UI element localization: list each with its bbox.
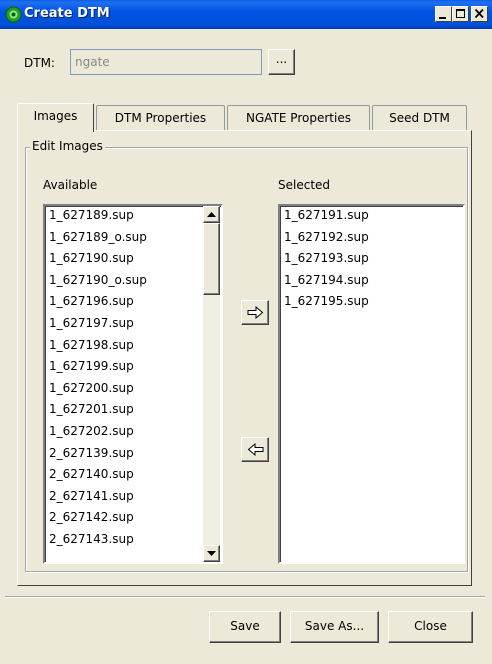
list-item[interactable]: 2_627141.sup	[49, 489, 134, 503]
selected-label: Selected	[278, 178, 331, 192]
list-item[interactable]: 2_627143.sup	[49, 532, 134, 546]
save-button[interactable]: Save	[209, 611, 281, 643]
close-dialog-button[interactable]: Close	[388, 611, 473, 643]
list-item[interactable]: 2_627140.sup	[49, 467, 134, 481]
list-item[interactable]: 1_627192.sup	[284, 230, 369, 244]
arrow-left-icon	[247, 443, 264, 456]
edit-images-title: Edit Images	[30, 139, 105, 153]
list-item[interactable]: 1_627196.sup	[49, 294, 134, 308]
available-list[interactable]: 1_627189.sup 1_627189_o.sup 1_627190.sup 1_…	[43, 204, 223, 564]
list-item[interactable]: 1_627198.sup	[49, 338, 134, 352]
close-icon	[474, 8, 484, 19]
list-item[interactable]: 1_627194.sup	[284, 273, 369, 287]
scroll-down-button[interactable]	[203, 545, 220, 562]
maximize-icon	[456, 9, 465, 18]
selected-list[interactable]: 1_627191.sup 1_627192.sup 1_627193.sup 1_62…	[278, 204, 465, 564]
remove-selected-button[interactable]	[241, 437, 269, 462]
triangle-up-icon	[207, 212, 216, 217]
list-item[interactable]: 1_627197.sup	[49, 316, 134, 330]
scroll-up-button[interactable]	[203, 206, 220, 223]
list-item[interactable]: 1_627195.sup	[284, 294, 369, 308]
app-icon	[5, 6, 22, 23]
available-label: Available	[43, 178, 98, 192]
title-bar[interactable]: Create DTM	[0, 0, 492, 29]
list-item[interactable]: 1_627202.sup	[49, 424, 134, 438]
tab-seed-dtm[interactable]: Seed DTM	[372, 105, 467, 130]
tab-images[interactable]: Images	[17, 103, 94, 132]
arrow-right-icon	[247, 306, 264, 319]
save-as-button[interactable]: Save As...	[290, 611, 379, 643]
scroll-thumb[interactable]	[203, 223, 220, 295]
list-item[interactable]: 2_627139.sup	[49, 446, 134, 460]
add-selected-button[interactable]	[241, 300, 269, 325]
tab-dtm-properties[interactable]: DTM Properties	[96, 105, 225, 130]
list-item[interactable]: 2_627142.sup	[49, 510, 134, 524]
minimize-button[interactable]	[435, 6, 452, 22]
list-item[interactable]: 1_627200.sup	[49, 381, 134, 395]
divider	[5, 596, 485, 598]
maximize-button[interactable]	[452, 6, 469, 22]
list-item[interactable]: 1_627190_o.sup	[49, 273, 147, 287]
list-item[interactable]: 1_627191.sup	[284, 208, 369, 222]
dtm-label: DTM:	[24, 56, 55, 70]
list-item[interactable]: 1_627190.sup	[49, 251, 134, 265]
list-item[interactable]: 1_627189.sup	[49, 208, 134, 222]
browse-button[interactable]: ...	[268, 49, 295, 75]
list-item[interactable]: 1_627189_o.sup	[49, 230, 147, 244]
tab-ngate-properties[interactable]: NGATE Properties	[227, 105, 370, 130]
dtm-input[interactable]	[70, 49, 262, 75]
list-item[interactable]: 1_627199.sup	[49, 359, 134, 373]
available-scrollbar[interactable]	[203, 206, 220, 562]
list-item[interactable]: 1_627193.sup	[284, 251, 369, 265]
list-item[interactable]: 1_627201.sup	[49, 402, 134, 416]
minimize-icon	[439, 17, 446, 19]
window-title: Create DTM	[24, 6, 110, 21]
close-button[interactable]	[471, 6, 488, 22]
triangle-down-icon	[207, 551, 216, 556]
